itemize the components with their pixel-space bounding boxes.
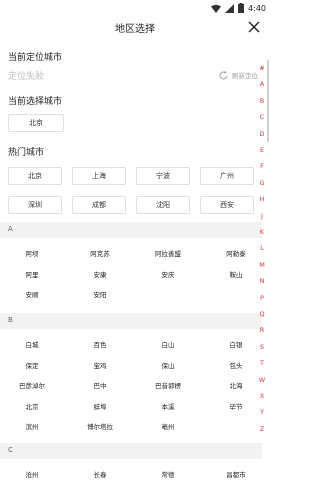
index-letter[interactable]: A xyxy=(258,80,266,88)
index-letter[interactable]: H xyxy=(258,195,266,203)
index-letter[interactable]: F xyxy=(258,162,266,170)
city-item[interactable]: 安庆 xyxy=(136,269,200,279)
refresh-location-label: 刷新定位 xyxy=(232,72,258,80)
section-letter: B xyxy=(8,316,13,324)
selected-city-chip[interactable]: 北京 xyxy=(8,114,64,132)
scrollbar[interactable] xyxy=(267,60,269,142)
city-item[interactable]: 安康 xyxy=(68,269,132,279)
location-status: 定位失败 xyxy=(8,72,45,82)
city-item[interactable]: 蚌埠 xyxy=(68,401,132,411)
section-header-a: A xyxy=(0,222,262,238)
index-letter[interactable]: W xyxy=(258,376,266,384)
index-letter[interactable]: Q xyxy=(258,310,266,318)
city-item[interactable]: 安顺 xyxy=(0,289,64,299)
city-item[interactable]: 百色 xyxy=(68,339,132,349)
index-letter[interactable]: N xyxy=(258,277,266,285)
hot-cities-title: 热门城市 xyxy=(8,148,45,158)
city-item[interactable]: 安阳 xyxy=(68,289,132,299)
city-item[interactable]: 沧州 xyxy=(0,469,64,479)
city-item[interactable]: 亳州 xyxy=(136,421,200,431)
city-item[interactable]: 北京 xyxy=(0,401,64,411)
index-letter[interactable]: M xyxy=(258,261,266,269)
selected-city-title: 当前选择城市 xyxy=(8,97,63,107)
current-location-title: 当前定位城市 xyxy=(8,53,63,63)
hot-city-chip[interactable]: 北京 xyxy=(8,167,62,185)
index-letter[interactable]: G xyxy=(258,179,266,187)
city-item[interactable]: 宝鸡 xyxy=(68,360,132,370)
status-icons: 4:40 xyxy=(211,2,266,14)
city-item[interactable]: 博尔塔拉 xyxy=(68,421,132,431)
hot-city-chip[interactable]: 广州 xyxy=(200,167,254,185)
signal-icon xyxy=(225,3,235,13)
index-letter[interactable]: E xyxy=(258,146,266,154)
wifi-icon xyxy=(211,4,222,13)
page-title: 地区选择 xyxy=(115,24,155,35)
city-item[interactable]: 巴中 xyxy=(68,380,132,390)
status-bar: 4:40 xyxy=(0,0,270,16)
index-letter[interactable]: K xyxy=(258,228,266,236)
city-item[interactable]: 长春 xyxy=(68,469,132,479)
close-button[interactable] xyxy=(244,17,264,37)
refresh-icon xyxy=(219,70,228,79)
city-item[interactable]: 保山 xyxy=(136,360,200,370)
hot-city-chip[interactable]: 成都 xyxy=(72,196,126,214)
index-letter[interactable]: R xyxy=(258,326,266,334)
city-item[interactable]: 滨州 xyxy=(0,421,64,431)
city-item[interactable]: 保定 xyxy=(0,360,64,370)
index-letter[interactable]: B xyxy=(258,97,266,105)
city-item[interactable]: 巴音郭楞 xyxy=(136,380,200,390)
section-letter: A xyxy=(8,225,13,233)
city-item[interactable]: 白城 xyxy=(0,339,64,349)
index-letter[interactable]: L xyxy=(258,244,266,252)
city-item[interactable]: 阿里 xyxy=(0,269,64,279)
hot-city-chip[interactable]: 西安 xyxy=(200,196,254,214)
index-letter[interactable]: J xyxy=(258,212,266,220)
status-time: 4:40 xyxy=(248,3,266,13)
city-item[interactable]: 昌都市 xyxy=(204,469,268,479)
section-letter: C xyxy=(8,446,13,454)
index-letter[interactable]: # xyxy=(258,64,266,72)
hot-city-chip[interactable]: 沈阳 xyxy=(136,196,190,214)
refresh-location-button[interactable]: 刷新定位 xyxy=(218,69,258,81)
index-letter[interactable]: S xyxy=(258,343,266,351)
battery-icon xyxy=(238,3,245,13)
city-item[interactable]: 常德 xyxy=(136,469,200,479)
index-letter[interactable]: Z xyxy=(258,425,266,433)
section-header-b: B xyxy=(0,313,262,329)
index-letter[interactable]: Y xyxy=(258,408,266,416)
section-header-c: C xyxy=(0,443,262,459)
index-letter[interactable]: D xyxy=(258,130,266,138)
index-letter[interactable]: P xyxy=(258,294,266,302)
city-item[interactable]: 阿克苏 xyxy=(68,248,132,258)
index-letter[interactable]: C xyxy=(258,113,266,121)
hot-city-chip[interactable]: 深圳 xyxy=(8,196,62,214)
city-item[interactable]: 巴彦淖尔 xyxy=(0,380,64,390)
index-letter[interactable]: T xyxy=(258,359,266,367)
city-item[interactable]: 阿坝 xyxy=(0,248,64,258)
close-icon xyxy=(248,21,260,33)
hot-city-chip[interactable]: 上海 xyxy=(72,167,126,185)
city-item[interactable]: 阿拉善盟 xyxy=(136,248,200,258)
title-bar: 地区选择 xyxy=(0,16,270,40)
city-item[interactable]: 本溪 xyxy=(136,401,200,411)
city-item[interactable]: 白山 xyxy=(136,339,200,349)
hot-city-chip[interactable]: 宁波 xyxy=(136,167,190,185)
index-letter[interactable]: X xyxy=(258,392,266,400)
